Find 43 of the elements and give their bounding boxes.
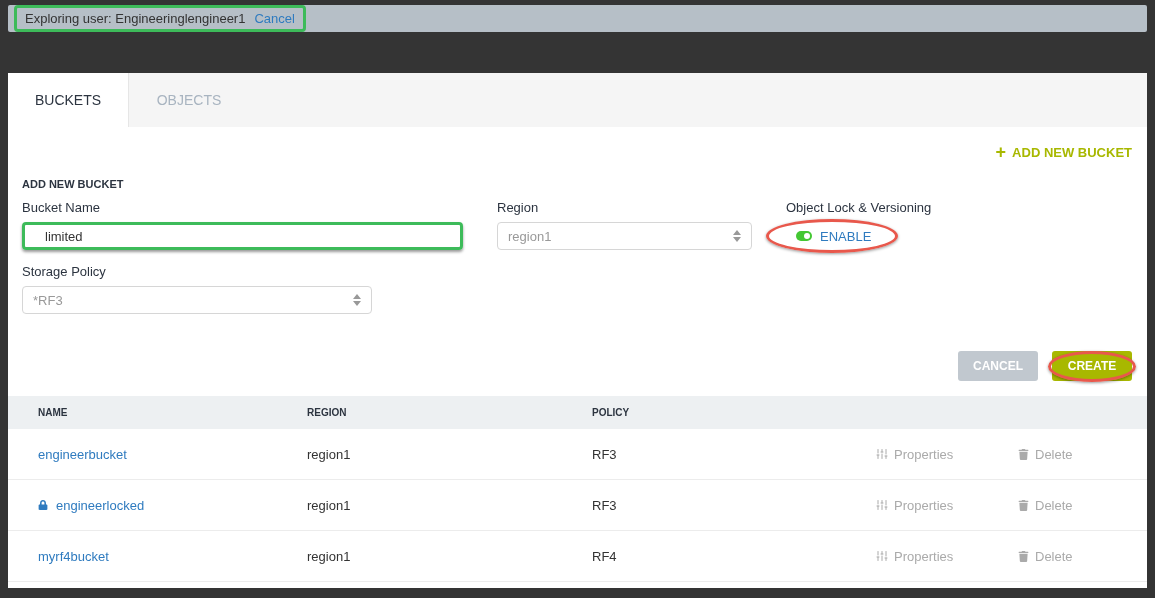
field-label: Region (497, 200, 540, 215)
field-label: Bucket Name (22, 200, 102, 215)
properties-button[interactable]: Properties (876, 446, 1018, 462)
column-header: NAME (38, 407, 69, 418)
trash-icon (1018, 448, 1029, 460)
trash-icon (1018, 499, 1029, 511)
toggle-switch[interactable] (796, 231, 812, 241)
bucket-name-link[interactable]: engineerbucket (38, 446, 307, 462)
cancel-button[interactable]: CANCEL (958, 351, 1038, 381)
sliders-icon (876, 550, 888, 562)
sliders-icon (876, 499, 888, 511)
properties-button[interactable]: Properties (876, 497, 1018, 513)
bucket-name-link[interactable]: myrf4bucket (38, 548, 307, 564)
tab[interactable]: BUCKETS (8, 73, 129, 127)
tab[interactable]: OBJECTS (129, 73, 249, 127)
field-label: Object Lock & Versioning (786, 200, 933, 215)
table-cell-text: region1 (307, 497, 352, 513)
sort-arrows-icon (353, 294, 361, 306)
lock-icon (38, 500, 48, 510)
form-title: ADD NEW BUCKET (22, 178, 125, 190)
bucket-name-link[interactable]: engineerlocked (38, 497, 307, 513)
properties-button[interactable]: Properties (876, 548, 1018, 564)
banner-text: Exploring user: Engineeringlengineer1 (25, 11, 246, 26)
enable-link[interactable]: ENABLE (820, 228, 872, 244)
select-field[interactable]: *RF3 (22, 286, 372, 314)
input-field[interactable]: limited (22, 222, 463, 250)
table-cell-text: RF4 (592, 548, 618, 564)
table-cell-text: RF3 (592, 446, 618, 462)
table-cell-text: region1 (307, 548, 352, 564)
delete-button[interactable]: Delete (1018, 497, 1147, 513)
add-bucket-link[interactable]: + ADD NEW BUCKET (995, 142, 1132, 162)
sort-arrows-icon (733, 230, 741, 242)
column-header: POLICY (592, 407, 631, 418)
table-cell-text: region1 (307, 446, 352, 462)
sliders-icon (876, 448, 888, 460)
table-cell-text: RF3 (592, 497, 618, 513)
select-field[interactable]: region1 (497, 222, 752, 250)
column-header: REGION (307, 407, 348, 418)
cancel-link[interactable]: Cancel (254, 11, 295, 26)
field-label: Storage Policy (22, 264, 107, 279)
delete-button[interactable]: Delete (1018, 446, 1147, 462)
trash-icon (1018, 550, 1029, 562)
delete-button[interactable]: Delete (1018, 548, 1147, 564)
